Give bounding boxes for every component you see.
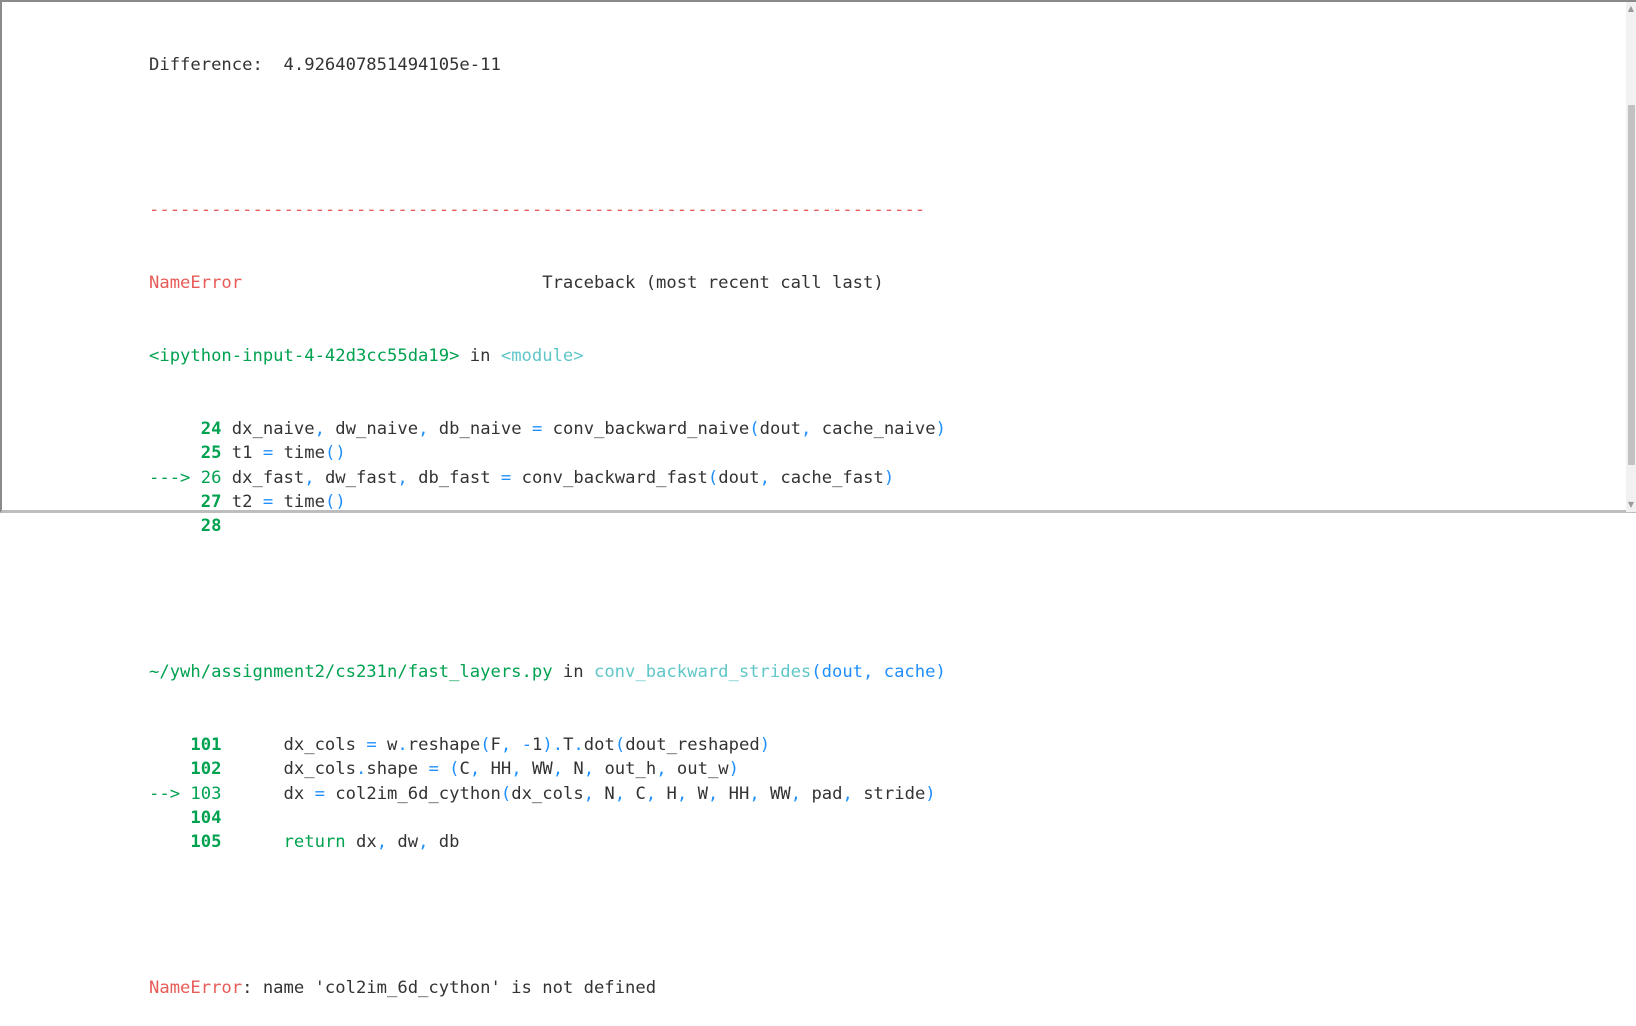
output-cell: Difference: 4.926407851494105e-11 ------… (0, 0, 1636, 998)
current-line-arrow: --> (149, 783, 191, 804)
frame1-location[interactable]: <ipython-input-4-42d3cc55da19> (149, 346, 459, 366)
error-name: NameError (149, 273, 243, 294)
traceback-separator: ----------------------------------------… (149, 200, 926, 221)
final-error-message: : name 'col2im_6d_cython' is not defined (242, 977, 657, 998)
line-number: 102 (190, 759, 222, 780)
frame1-module: <module> (500, 346, 584, 367)
line-number: 105 (190, 832, 222, 853)
line-number: 25 (200, 443, 222, 464)
scroll-down-icon[interactable]: ▼ (1626, 500, 1636, 510)
line-number: 101 (190, 734, 222, 755)
frame2-code-line: 102 dx_cols.shape = (C, HH, WW, N, out_h… (149, 757, 946, 781)
difference-line: Difference: 4.926407851494105e-11 (149, 54, 501, 75)
traceback-header: NameError Traceback (most recent call la… (149, 271, 946, 295)
frame1-header: <ipython-input-4-42d3cc55da19> in <modul… (149, 346, 584, 367)
vertical-scrollbar[interactable]: ▲ ▼ (1626, 2, 1636, 512)
code-text: t1 = time() (221, 443, 346, 464)
frame2-code-line: --> 103 dx = col2im_6d_cython(dx_cols, N… (149, 782, 946, 806)
code-text: dx = col2im_6d_cython(dx_cols, N, C, H, … (221, 783, 936, 804)
frame1-code-line: 24 dx_naive, dw_naive, db_naive = conv_b… (149, 417, 946, 441)
line-number: 104 (190, 807, 222, 828)
frame2-code-line: 105 return dx, dw, db (149, 830, 946, 854)
frame1-code-line: 27 t2 = time() (149, 490, 946, 514)
frame2-header: ~/ywh/assignment2/cs231n/fast_layers.py … (149, 662, 946, 683)
line-number: 24 (200, 419, 222, 440)
current-line-arrow: ---> (149, 467, 201, 488)
frame2-args: (dout, cache) (811, 662, 946, 683)
frame2-code-line: 101 dx_cols = w.reshape(F, -1).T.dot(dou… (149, 733, 946, 757)
code-text: dx_fast, dw_fast, db_fast = conv_backwar… (221, 467, 895, 488)
scrollbar-thumb[interactable] (1628, 105, 1635, 465)
frame1-code-line: ---> 26 dx_fast, dw_fast, db_fast = conv… (149, 466, 946, 490)
frame2-function: conv_backward_strides (593, 662, 812, 683)
frame1-code-line: 28 (149, 514, 946, 538)
final-error-line: NameError: name 'col2im_6d_cython' is no… (149, 976, 946, 1000)
final-error-name: NameError (149, 977, 243, 998)
traceback-label: Traceback (most recent call last) (542, 273, 884, 294)
line-number: 26 (200, 467, 222, 488)
line-number: 103 (190, 783, 222, 804)
code-text: t2 = time() (221, 491, 346, 512)
line-number: 28 (200, 516, 222, 537)
scroll-up-icon[interactable]: ▲ (1626, 4, 1636, 14)
frame2-code-line: 104 (149, 806, 946, 830)
code-text: return dx, dw, db (283, 832, 460, 853)
frame1-code-line: 25 t1 = time() (149, 441, 946, 465)
cell-output-area: Difference: 4.926407851494105e-11 ------… (149, 4, 946, 1026)
code-text: dx_cols = w.reshape(F, -1).T.dot(dout_re… (221, 734, 771, 755)
code-text: dx_naive, dw_naive, db_naive = conv_back… (221, 419, 946, 440)
code-text: dx_cols.shape = (C, HH, WW, N, out_h, ou… (221, 759, 740, 780)
line-number: 27 (200, 491, 222, 512)
frame2-location[interactable]: ~/ywh/assignment2/cs231n/fast_layers.py (149, 662, 553, 682)
